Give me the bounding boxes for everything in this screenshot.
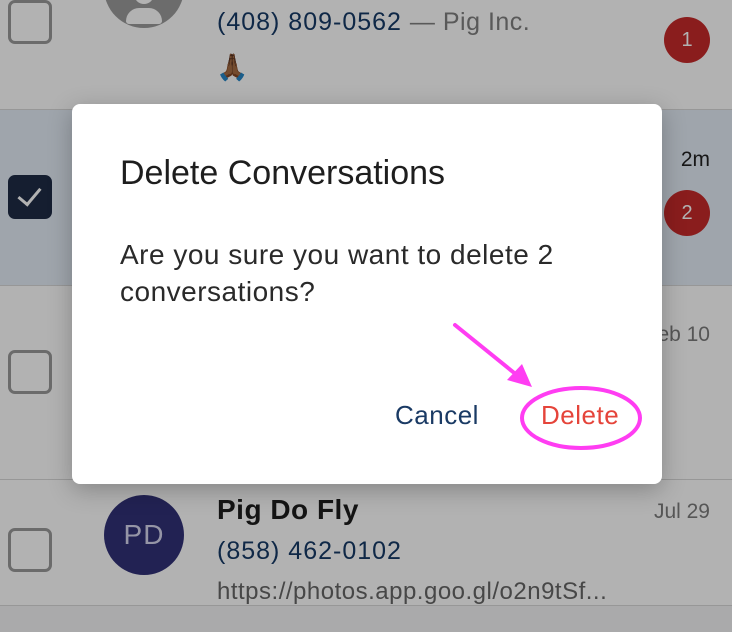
- dialog-message: Are you sure you want to delete 2 conver…: [120, 239, 554, 307]
- delete-conversations-dialog: Delete Conversations Are you sure you wa…: [72, 104, 662, 484]
- dialog-title: Delete Conversations: [120, 154, 446, 192]
- delete-button[interactable]: Delete: [541, 400, 619, 431]
- cancel-button[interactable]: Cancel: [395, 400, 479, 431]
